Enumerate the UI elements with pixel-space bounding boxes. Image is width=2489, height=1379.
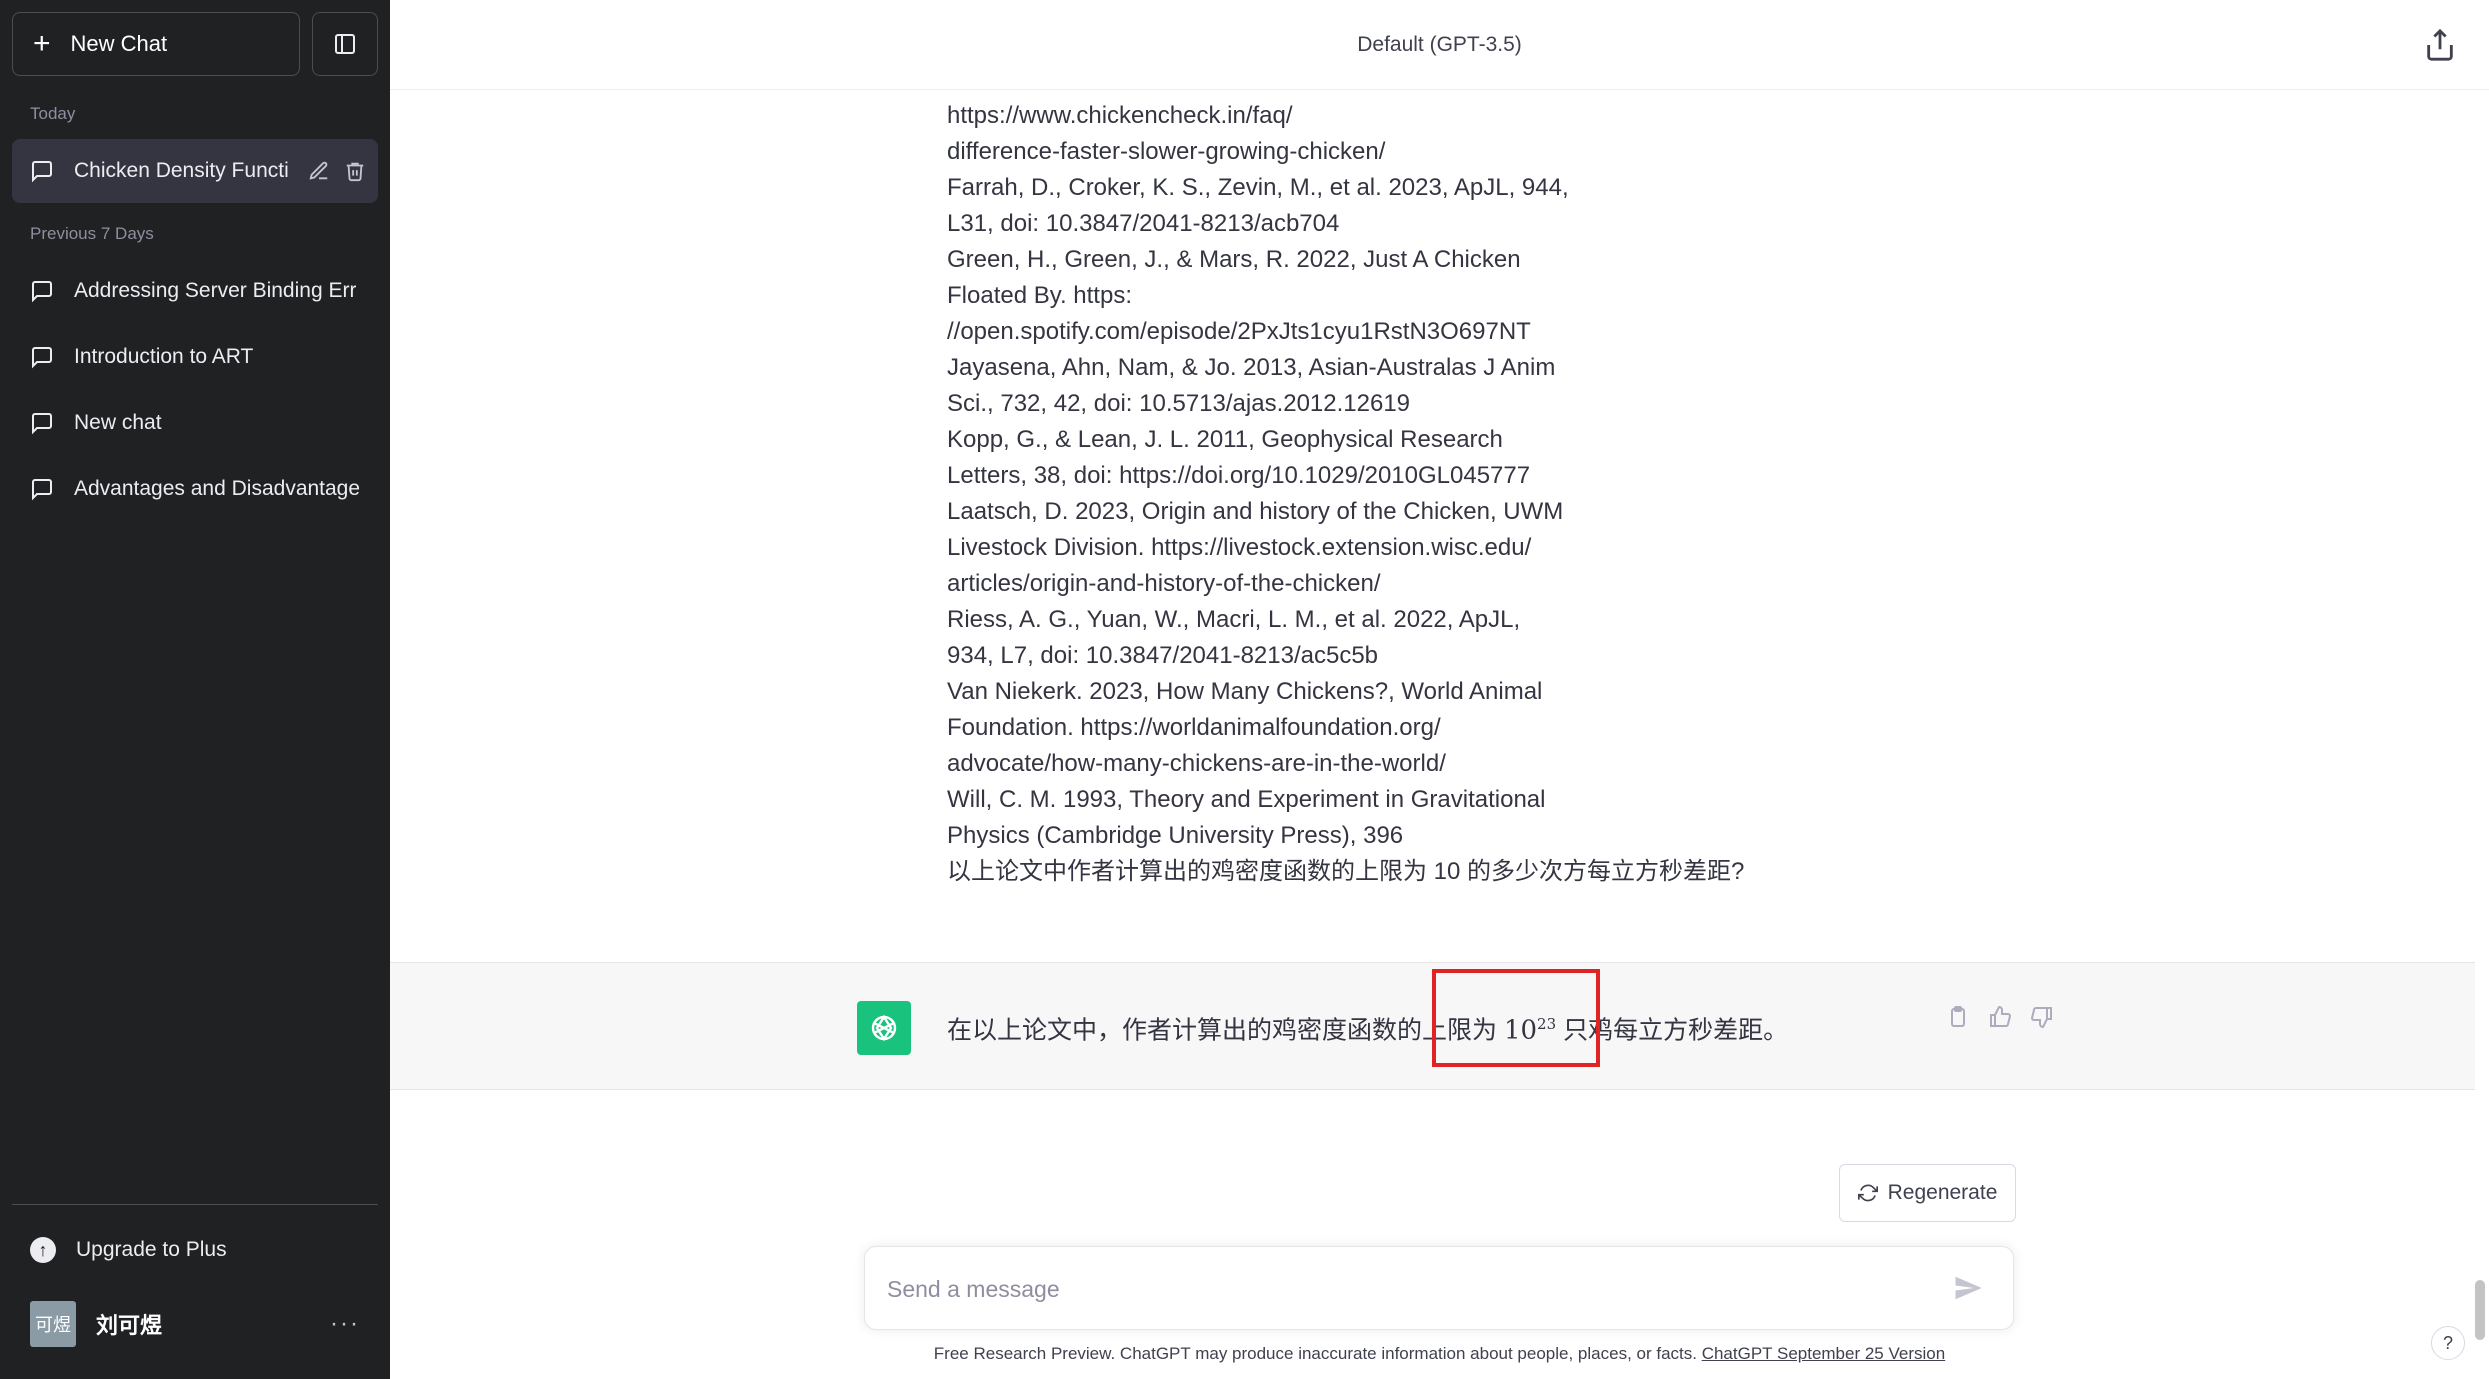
version-link[interactable]: ChatGPT September 25 Version xyxy=(1702,1344,1946,1363)
refresh-icon xyxy=(1857,1184,1878,1202)
message-line: Farrah, D., Croker, K. S., Zevin, M., et… xyxy=(947,174,1569,201)
message-line: Kopp, G., & Lean, J. L. 2011, Geophysica… xyxy=(947,426,1503,453)
chat-bubble-icon xyxy=(32,347,52,369)
message-line: Laatsch, D. 2023, Origin and history of … xyxy=(947,498,1564,525)
message-line: Riess, A. G., Yuan, W., Macri, L. M., et… xyxy=(947,606,1521,633)
new-chat-button[interactable]: + New Chat xyxy=(12,12,300,76)
message-line: 以上论文中作者计算出的鸡密度函数的上限为 10 的多少次方每立方秒差距? xyxy=(947,858,1745,885)
user-menu[interactable]: 可煜 刘可煜 ··· xyxy=(12,1292,378,1356)
footer-disclaimer: Free Research Preview. ChatGPT may produ… xyxy=(390,1344,2489,1364)
chat-item[interactable]: New chat xyxy=(12,391,378,455)
model-title[interactable]: Default (GPT-3.5) xyxy=(1357,33,1522,57)
chat-item-label: New chat xyxy=(74,411,162,434)
message-input-box xyxy=(864,1246,2014,1330)
chat-item-label: Introduction to ART xyxy=(74,345,254,368)
message-line: Jayasena, Ahn, Nam, & Jo. 2013, Asian-Au… xyxy=(947,354,1556,381)
message-line: articles/origin-and-history-of-the-chick… xyxy=(947,570,1381,597)
user-message: Chickens, National Chicken Council. http… xyxy=(947,62,2147,890)
scrollbar-thumb[interactable] xyxy=(2475,1280,2485,1340)
chat-item-label: Advantages and Disadvantage xyxy=(74,477,359,500)
thumbs-down-icon[interactable] xyxy=(2030,1005,2054,1029)
main-panel: Chickens, National Chicken Council. http… xyxy=(390,0,2489,1379)
chat-item[interactable]: Addressing Server Binding Err xyxy=(12,259,378,323)
upgrade-to-plus-button[interactable]: ↑ Upgrade to Plus xyxy=(12,1218,378,1282)
message-line: Foundation. https://worldanimalfoundatio… xyxy=(947,714,1441,741)
upgrade-label: Upgrade to Plus xyxy=(76,1238,227,1261)
chat-bubble-icon xyxy=(32,413,52,435)
assistant-text-prefix: 在以上论文中，作者计算出的鸡密度函数的上限为 xyxy=(947,1016,1504,1045)
help-button[interactable]: ? xyxy=(2431,1326,2465,1360)
message-line: Will, C. M. 1993, Theory and Experiment … xyxy=(947,786,1546,813)
message-actions xyxy=(1946,1005,2054,1029)
upgrade-arrow-icon: ↑ xyxy=(30,1237,56,1263)
highlight-annotation-box xyxy=(1432,969,1600,1067)
message-line: //open.spotify.com/episode/2PxJts1cyu1Rs… xyxy=(947,318,1531,345)
top-bar: Default (GPT-3.5) xyxy=(390,0,2489,90)
message-line: Letters, 38, doi: https://doi.org/10.102… xyxy=(947,462,1531,489)
avatar: 可煜 xyxy=(30,1301,76,1347)
assistant-text: 在以上论文中，作者计算出的鸡密度函数的上限为 1023 只鸡每立方秒差距。 xyxy=(947,1001,1788,1053)
chat-item-actions xyxy=(308,160,366,182)
message-line: 934, L7, doi: 10.3847/2041-8213/ac5c5b xyxy=(947,642,1379,669)
chat-item-active[interactable]: Chicken Density Functi xyxy=(12,139,378,203)
chat-bubble-icon xyxy=(32,161,52,183)
user-name: 刘可煜 xyxy=(96,1313,163,1338)
section-label-today: Today xyxy=(30,104,76,123)
regenerate-label: Regenerate xyxy=(1887,1181,1998,1204)
message-line: https://www.chickencheck.in/faq/ xyxy=(947,102,1293,129)
message-input[interactable] xyxy=(887,1267,1907,1311)
message-line: advocate/how-many-chickens-are-in-the-wo… xyxy=(947,750,1446,777)
send-icon[interactable] xyxy=(1953,1273,1983,1303)
more-options-icon[interactable]: ··· xyxy=(330,1310,360,1338)
trash-icon[interactable] xyxy=(344,160,366,182)
message-line: Physics (Cambridge University Press), 39… xyxy=(947,822,1404,849)
thumbs-up-icon[interactable] xyxy=(1988,1005,2012,1029)
sidebar: + New Chat Today Chicken Density Functi … xyxy=(0,0,390,1379)
disclaimer-text: Free Research Preview. ChatGPT may produ… xyxy=(933,1344,1702,1363)
sidebar-divider xyxy=(12,1204,378,1205)
chat-item-label: Chicken Density Functi xyxy=(74,159,289,182)
regenerate-button[interactable]: Regenerate xyxy=(1839,1164,2016,1222)
section-label-previous: Previous 7 Days xyxy=(30,224,154,243)
message-line: Livestock Division. https://livestock.ex… xyxy=(947,534,1532,561)
message-line: Green, H., Green, J., & Mars, R. 2022, J… xyxy=(947,246,1521,273)
chatgpt-logo-icon xyxy=(857,1001,911,1055)
assistant-message: 在以上论文中，作者计算出的鸡密度函数的上限为 1023 只鸡每立方秒差距。 xyxy=(390,962,2475,1090)
message-line: L31, doi: 10.3847/2041-8213/acb704 xyxy=(947,210,1340,237)
chat-bubble-icon xyxy=(32,281,52,303)
copy-icon[interactable] xyxy=(1946,1005,1970,1029)
chat-bubble-icon xyxy=(32,479,52,501)
share-icon[interactable] xyxy=(2423,28,2457,62)
plus-icon: + xyxy=(33,27,51,60)
edit-icon[interactable] xyxy=(308,160,330,182)
toggle-sidebar-button[interactable] xyxy=(312,12,378,76)
chat-item[interactable]: Introduction to ART xyxy=(12,325,378,389)
message-line: Sci., 732, 42, doi: 10.5713/ajas.2012.12… xyxy=(947,390,1411,417)
chat-item[interactable]: Advantages and Disadvantage xyxy=(12,457,378,521)
new-chat-label: New Chat xyxy=(70,31,168,56)
message-line: difference-faster-slower-growing-chicken… xyxy=(947,138,1386,165)
sidebar-toggle-icon xyxy=(335,34,355,54)
message-line: Van Niekerk. 2023, How Many Chickens?, W… xyxy=(947,678,1543,705)
message-line: Floated By. https: xyxy=(947,282,1132,309)
chat-item-label: Addressing Server Binding Err xyxy=(74,279,357,302)
